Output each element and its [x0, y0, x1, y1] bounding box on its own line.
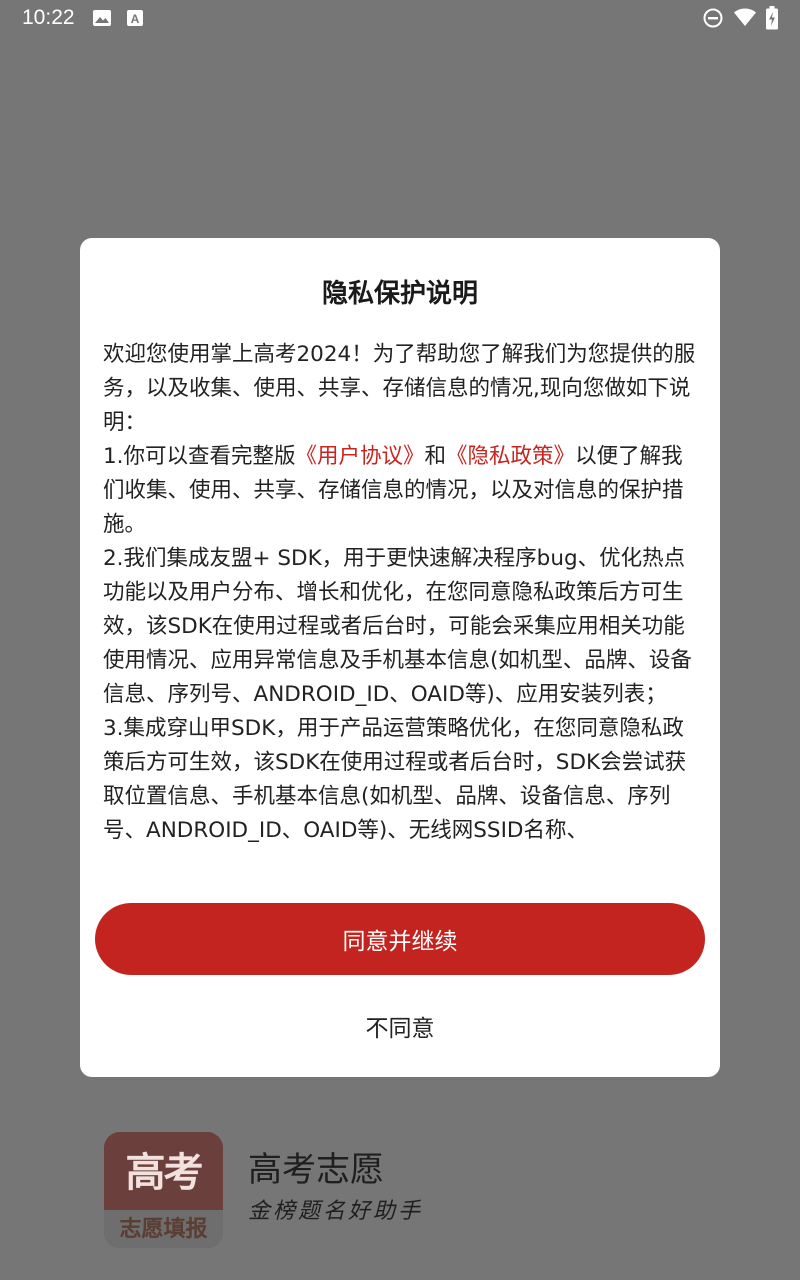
user-agreement-link[interactable]: 《用户协议》: [296, 444, 425, 469]
logo-bottom-text: 志愿填报: [104, 1210, 223, 1248]
dialog-title: 隐私保护说明: [321, 279, 478, 309]
item-1-paragraph: 1.你可以查看完整版《用户协议》和《隐私政策》以便了解我们收集、使用、共享、存储…: [103, 440, 701, 542]
wifi-icon: [734, 8, 756, 27]
font-a-icon: A: [127, 10, 143, 26]
app-slogan: 金榜题名好助手: [248, 1199, 424, 1224]
item-1-and: 和: [424, 444, 447, 469]
item-3-paragraph: 3.集成穿山甲SDK，用于产品运营策略优化，在您同意隐私政策后方可生效，该SDK…: [103, 716, 687, 843]
intro-paragraph: 欢迎您使用掌上高考2024！为了帮助您了解我们为您提供的服务，以及收集、使用、共…: [103, 342, 696, 435]
dialog-body[interactable]: 欢迎您使用掌上高考2024！为了帮助您了解我们为您提供的服务，以及收集、使用、共…: [103, 338, 701, 878]
privacy-policy-link[interactable]: 《隐私政策》: [446, 444, 575, 469]
status-time: 10:22: [22, 6, 75, 29]
battery-icon: [766, 6, 778, 30]
app-name: 高考志愿: [248, 1150, 384, 1190]
do-not-disturb-icon: [703, 8, 723, 28]
image-icon: [93, 10, 111, 26]
app-logo: 高考 志愿填报: [104, 1132, 223, 1248]
item-1-prefix: 1.你可以查看完整版: [103, 444, 296, 469]
item-2-paragraph: 2.我们集成友盟+ SDK，用于更快速解决程序bug、优化热点功能以及用户分布、…: [103, 546, 692, 707]
agree-continue-button[interactable]: 同意并继续: [95, 903, 705, 975]
logo-top-text: 高考: [104, 1132, 223, 1210]
svg-text:A: A: [131, 12, 140, 26]
status-bar: 10:22 A: [0, 0, 800, 36]
disagree-button[interactable]: 不同意: [300, 1004, 500, 1048]
